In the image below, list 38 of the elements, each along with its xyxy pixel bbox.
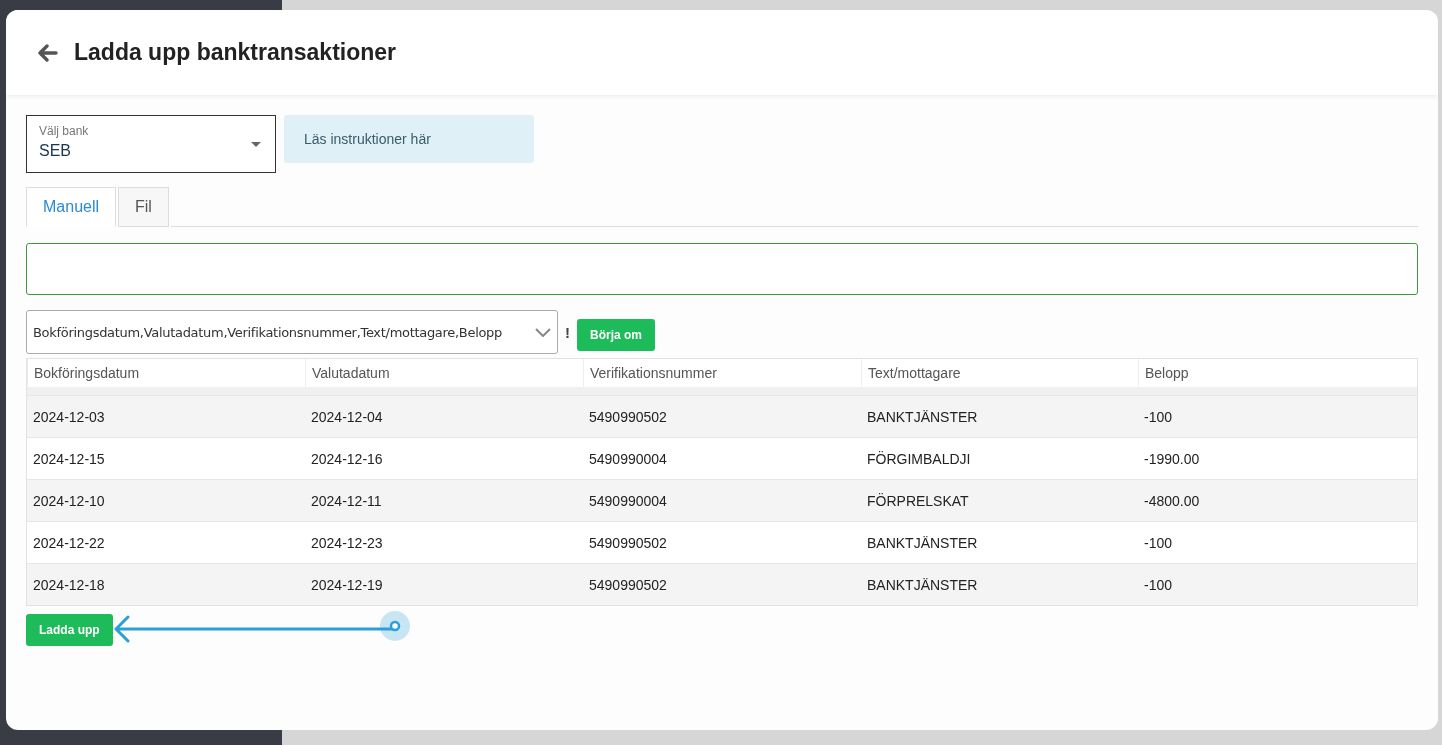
select-value: SEB [39,142,71,160]
input-field[interactable] [26,243,1418,295]
table-cell-text: -100 [1143,534,1174,551]
table-cell-text: 2024-12-04 [310,408,384,425]
chevron-icon [535,327,551,337]
table-cell-text: BANKTJÄNSTER [866,534,979,551]
back-arrow-icon[interactable] [38,43,58,62]
warning-mark: ! [565,323,570,341]
table-cell-text: -1990.00 [1143,450,1201,467]
table-cell-text: 2024-12-11 [310,492,383,509]
table-cell-text: -4800.00 [1143,492,1201,509]
select-label: Välj bank [39,124,90,138]
table-cell-text: 2024-12-23 [310,534,384,551]
column-mapping-select[interactable]: Bokföringsdatum,Valutadatum,Verifikationsnummer,Text/mottagare,Belopp [26,310,558,354]
instructions-link[interactable]: Läs instruktioner här [284,115,534,163]
table-cell-text: 2024-12-16 [310,450,384,467]
table-cell-text: 2024-12-15 [32,450,106,467]
table-cell-text: 2024-12-10 [32,492,106,509]
tab[interactable]: Manuell [26,187,117,227]
table-cell-text: 2024-12-03 [32,408,106,425]
table-cell-text: 5490990502 [588,408,668,425]
table-cell-text: 2024-12-22 [32,534,106,551]
table-cell-text: 5490990502 [588,534,668,551]
table-cell-text: FÖRGIMBALDJI [866,450,972,467]
bank-select[interactable]: Välj bank SEB [26,115,276,173]
table-cell-text: 5490990004 [588,450,668,467]
table-cell-text: 2024-12-18 [32,576,106,593]
table-cell-text: 5490990502 [588,576,668,593]
table-cell-text: BANKTJÄNSTER [866,576,979,593]
table-cell-text: FÖRPRELSKAT [866,492,970,509]
table-cell-text: 5490990004 [588,492,668,509]
tab[interactable]: Fil [118,187,169,227]
table-cell-text: 2024-12-19 [310,576,384,593]
table-cell-text: -100 [1143,576,1174,593]
page-title: Ladda upp banktransaktioner [74,39,397,66]
table-cell-text: BANKTJÄNSTER [866,408,979,425]
table-cell-text: -100 [1143,408,1174,425]
caret-icon [251,142,261,147]
